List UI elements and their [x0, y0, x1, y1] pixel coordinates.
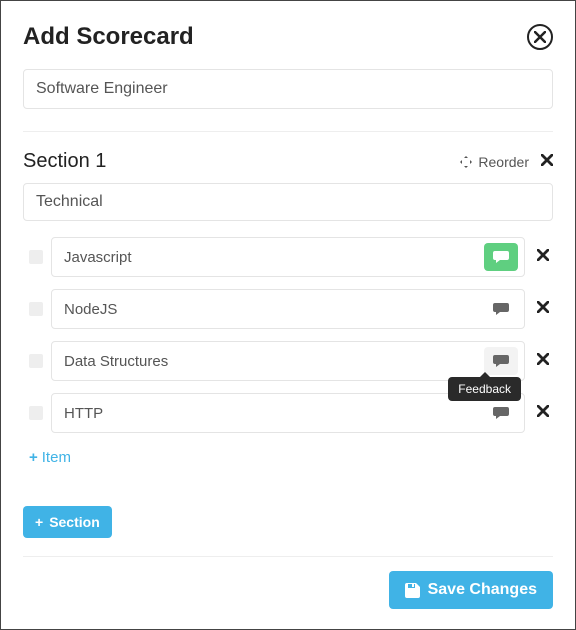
comment-icon	[493, 406, 509, 420]
feedback-tooltip: Feedback	[448, 377, 521, 401]
item-row: Feedback	[29, 341, 553, 381]
item-row	[29, 289, 553, 329]
close-icon	[537, 249, 549, 261]
save-label: Save Changes	[428, 581, 537, 599]
close-icon	[537, 405, 549, 417]
dialog-title: Add Scorecard	[23, 23, 194, 51]
move-icon	[460, 156, 472, 168]
item-box	[51, 289, 525, 329]
item-box	[51, 341, 525, 381]
dialog-header: Add Scorecard	[23, 23, 553, 51]
divider	[23, 131, 553, 132]
drag-handle[interactable]	[29, 302, 43, 316]
drag-handle[interactable]	[29, 250, 43, 264]
dialog-footer: Save Changes	[23, 571, 553, 609]
close-icon	[537, 353, 549, 365]
delete-item-button[interactable]	[533, 404, 553, 422]
close-icon	[534, 31, 546, 43]
add-item-link[interactable]: + Item	[29, 449, 71, 466]
drag-handle[interactable]	[29, 406, 43, 420]
add-scorecard-dialog: Add Scorecard Section 1 Reorder	[0, 0, 576, 630]
item-name-input[interactable]	[64, 349, 476, 374]
add-item-label: Item	[42, 449, 71, 466]
reorder-label: Reorder	[478, 154, 529, 170]
scorecard-name-input[interactable]	[23, 69, 553, 109]
comment-icon	[493, 302, 509, 316]
plus-icon: +	[29, 449, 38, 466]
delete-item-button[interactable]	[533, 248, 553, 266]
feedback-button[interactable]	[484, 243, 518, 271]
save-button[interactable]: Save Changes	[389, 571, 553, 609]
item-name-input[interactable]	[64, 245, 476, 270]
plus-icon: +	[35, 514, 43, 530]
drag-handle[interactable]	[29, 354, 43, 368]
item-name-input[interactable]	[64, 401, 476, 426]
section-header: Section 1 Reorder	[23, 150, 553, 173]
section-actions: Reorder	[460, 153, 553, 171]
item-row	[29, 237, 553, 277]
item-name-input[interactable]	[64, 297, 476, 322]
save-icon	[405, 583, 420, 598]
add-section-label: Section	[49, 514, 100, 530]
reorder-button[interactable]: Reorder	[460, 154, 529, 170]
close-icon	[537, 301, 549, 313]
section-title: Section 1	[23, 150, 106, 173]
item-box	[51, 237, 525, 277]
feedback-button[interactable]	[484, 347, 518, 375]
feedback-button[interactable]	[484, 399, 518, 427]
delete-section-button[interactable]	[541, 153, 553, 171]
comment-icon	[493, 354, 509, 368]
divider	[23, 556, 553, 557]
close-button[interactable]	[527, 24, 553, 50]
add-section-button[interactable]: + Section	[23, 506, 112, 538]
section-name-input[interactable]	[23, 183, 553, 221]
comment-icon	[493, 250, 509, 264]
delete-item-button[interactable]	[533, 300, 553, 318]
feedback-button[interactable]	[484, 295, 518, 323]
delete-item-button[interactable]	[533, 352, 553, 370]
close-icon	[541, 154, 553, 166]
